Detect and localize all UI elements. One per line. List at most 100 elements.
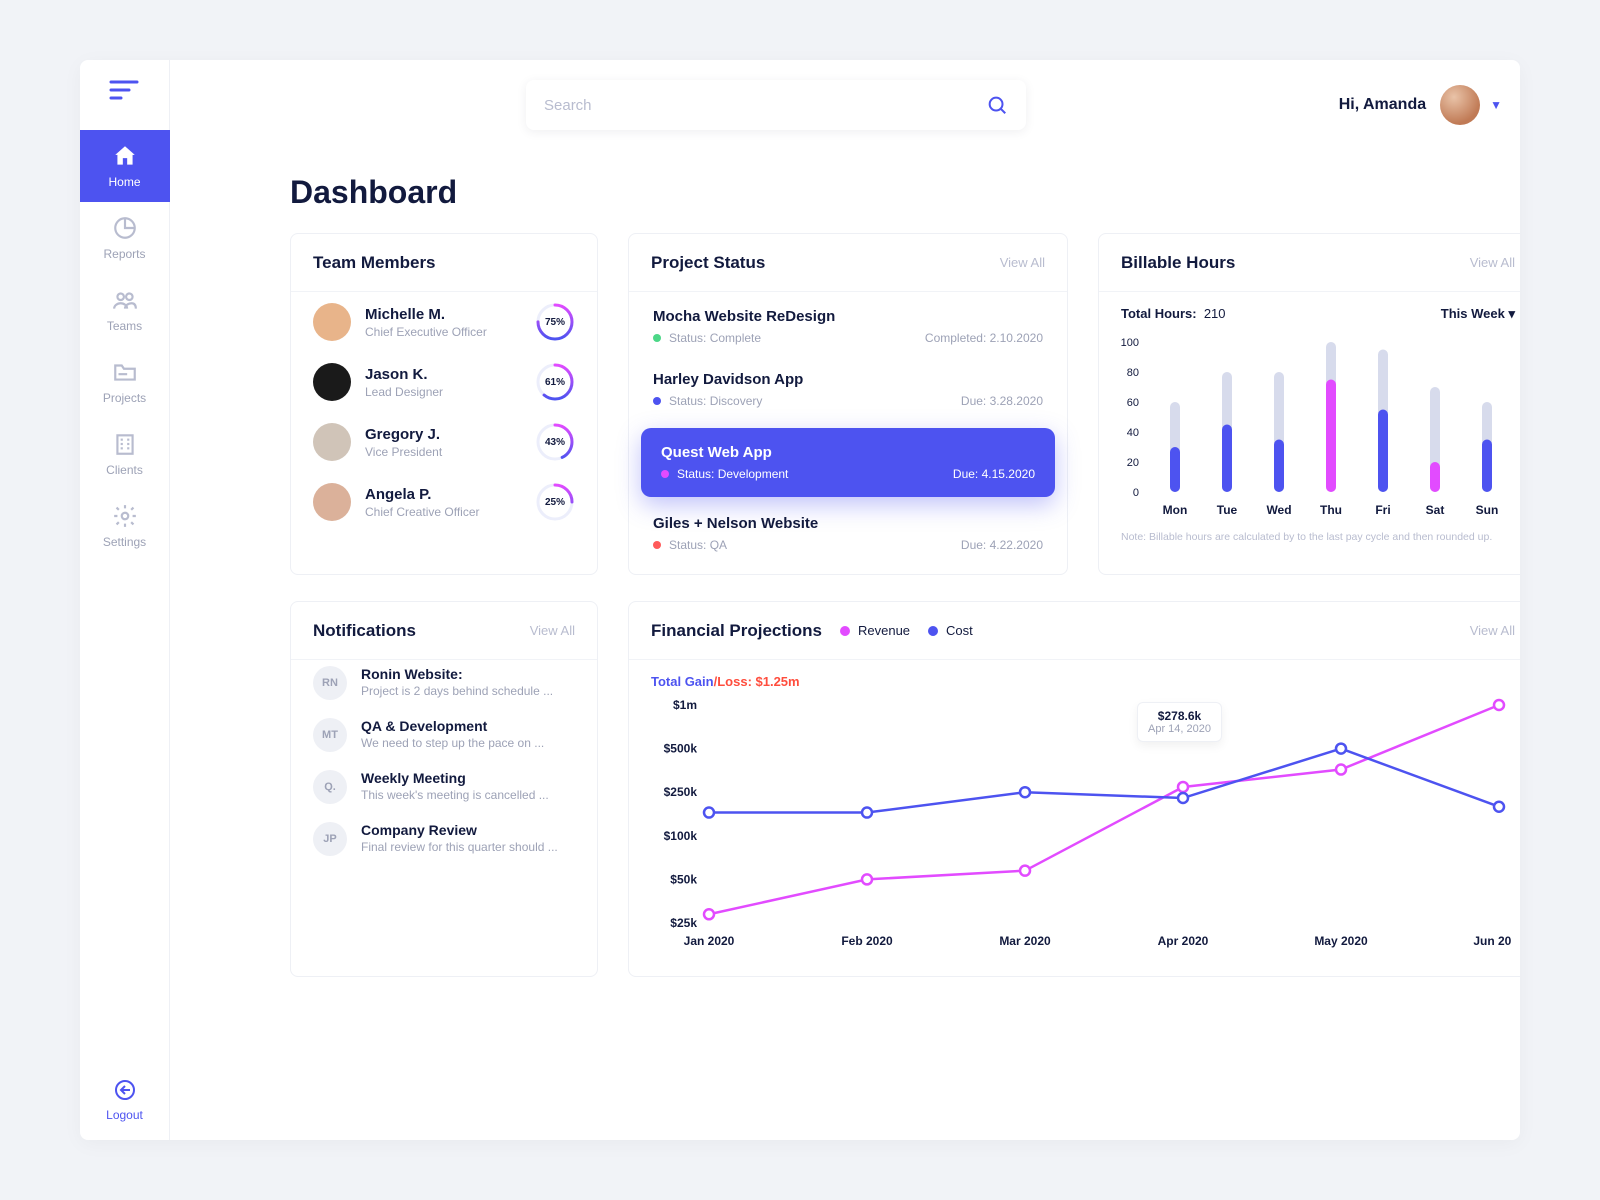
people-icon xyxy=(112,287,138,313)
gear-icon xyxy=(112,503,138,529)
notif-title: Ronin Website: xyxy=(361,666,553,682)
notif-title: QA & Development xyxy=(361,718,544,734)
team-title: Team Members xyxy=(313,253,436,273)
topbar: Hi, Amanda ▼ xyxy=(170,60,1520,150)
nav-projects[interactable]: Projects xyxy=(80,346,170,418)
total-hours-label: Total Hours: xyxy=(1121,306,1197,321)
notif-body: We need to step up the pace on ... xyxy=(361,736,544,750)
financial-chart: $25k$50k$100k$250k$500k$1mJan 2020Feb 20… xyxy=(651,691,1511,951)
dropdown-caret-icon[interactable]: ▼ xyxy=(1490,98,1502,112)
logout-button[interactable]: Logout xyxy=(80,1060,170,1140)
svg-text:20: 20 xyxy=(1127,457,1139,469)
svg-text:100: 100 xyxy=(1121,337,1139,349)
svg-text:Sun: Sun xyxy=(1476,503,1499,517)
notif-badge: JP xyxy=(313,822,347,856)
search-box[interactable] xyxy=(526,80,1026,130)
nav-clients[interactable]: Clients xyxy=(80,418,170,490)
legend-cost: Cost xyxy=(928,623,973,638)
progress-ring: 25% xyxy=(535,482,575,522)
notification-item[interactable]: RN Ronin Website: Project is 2 days behi… xyxy=(313,666,575,700)
user-avatar[interactable] xyxy=(1440,85,1480,125)
search-icon xyxy=(986,94,1008,116)
project-item[interactable]: Mocha Website ReDesign Status: Complete … xyxy=(629,296,1067,359)
notification-item[interactable]: Q. Weekly Meeting This week's meeting is… xyxy=(313,770,575,804)
svg-text:Thu: Thu xyxy=(1320,503,1342,517)
team-member[interactable]: Gregory J. Vice President 43% xyxy=(313,422,575,462)
team-member[interactable]: Michelle M. Chief Executive Officer 75% xyxy=(313,302,575,342)
project-name: Quest Web App xyxy=(661,444,1035,461)
sidebar: Home Reports Teams Projects Clients Sett… xyxy=(80,60,170,1140)
billable-view-all[interactable]: View All xyxy=(1470,255,1515,270)
svg-text:Mon: Mon xyxy=(1163,503,1188,517)
notifications-view-all[interactable]: View All xyxy=(530,623,575,638)
nav-reports[interactable]: Reports xyxy=(80,202,170,274)
svg-text:$250k: $250k xyxy=(664,785,698,799)
page-title: Dashboard xyxy=(170,150,1520,233)
notif-body: This week's meeting is cancelled ... xyxy=(361,788,549,802)
billable-card: Billable Hours View All Total Hours: 210… xyxy=(1098,233,1520,575)
notifications-card: Notifications View All RN Ronin Website:… xyxy=(290,601,598,977)
notif-badge: RN xyxy=(313,666,347,700)
project-meta: Due: 4.15.2020 xyxy=(953,467,1035,481)
nav-settings[interactable]: Settings xyxy=(80,490,170,562)
notification-item[interactable]: MT QA & Development We need to step up t… xyxy=(313,718,575,752)
nav-teams[interactable]: Teams xyxy=(80,274,170,346)
svg-text:$25k: $25k xyxy=(670,916,697,930)
billable-chart: 020406080100MonTueWedThuFriSatSun xyxy=(1105,332,1520,522)
notif-title: Weekly Meeting xyxy=(361,770,549,786)
nav-home[interactable]: Home xyxy=(80,130,170,202)
notification-item[interactable]: JP Company Review Final review for this … xyxy=(313,822,575,856)
svg-text:Feb 2020: Feb 2020 xyxy=(841,934,893,948)
project-name: Giles + Nelson Website xyxy=(653,515,1043,532)
svg-text:May 2020: May 2020 xyxy=(1314,934,1368,948)
home-icon xyxy=(112,143,138,169)
svg-text:$1m: $1m xyxy=(673,698,697,712)
svg-text:0: 0 xyxy=(1133,487,1139,499)
financial-title: Financial Projections xyxy=(651,621,822,641)
notif-badge: Q. xyxy=(313,770,347,804)
project-item[interactable]: Quest Web App Status: Development Due: 4… xyxy=(641,428,1055,497)
project-item[interactable]: Harley Davidson App Status: Discovery Du… xyxy=(629,359,1067,422)
search-input[interactable] xyxy=(544,97,986,114)
greeting: Hi, Amanda xyxy=(1339,96,1426,114)
building-icon xyxy=(112,431,138,457)
svg-text:$50k: $50k xyxy=(670,872,697,886)
svg-text:40: 40 xyxy=(1127,427,1139,439)
billable-title: Billable Hours xyxy=(1121,253,1235,273)
team-member[interactable]: Jason K. Lead Designer 61% xyxy=(313,362,575,402)
member-role: Lead Designer xyxy=(365,385,521,399)
chart-tooltip: $278.6k Apr 14, 2020 xyxy=(1137,702,1222,742)
member-avatar xyxy=(313,303,351,341)
billable-note: Note: Billable hours are calculated by t… xyxy=(1099,531,1520,559)
main: Hi, Amanda ▼ Dashboard Team Members Mich… xyxy=(170,60,1520,1140)
period-select[interactable]: This Week ▾ xyxy=(1441,306,1515,322)
svg-text:$500k: $500k xyxy=(664,742,698,756)
svg-text:Mar 2020: Mar 2020 xyxy=(999,934,1051,948)
notif-body: Project is 2 days behind schedule ... xyxy=(361,684,553,698)
notifications-title: Notifications xyxy=(313,621,416,641)
menu-toggle-icon[interactable] xyxy=(109,78,141,102)
project-item[interactable]: Giles + Nelson Website Status: QA Due: 4… xyxy=(629,503,1067,566)
pie-icon xyxy=(112,215,138,241)
project-meta: Completed: 2.10.2020 xyxy=(925,331,1043,345)
project-status: Status: Discovery xyxy=(653,394,762,408)
svg-text:$100k: $100k xyxy=(664,829,698,843)
member-avatar xyxy=(313,483,351,521)
svg-text:Sat: Sat xyxy=(1426,503,1445,517)
projects-view-all[interactable]: View All xyxy=(1000,255,1045,270)
member-role: Vice President xyxy=(365,445,521,459)
project-meta: Due: 4.22.2020 xyxy=(961,538,1043,552)
svg-text:Jun 2020: Jun 2020 xyxy=(1473,934,1511,948)
content-grid: Team Members Michelle M. Chief Executive… xyxy=(170,233,1520,977)
team-member[interactable]: Angela P. Chief Creative Officer 25% xyxy=(313,482,575,522)
member-name: Angela P. xyxy=(365,486,521,503)
financial-view-all[interactable]: View All xyxy=(1470,623,1515,638)
project-meta: Due: 3.28.2020 xyxy=(961,394,1043,408)
member-name: Gregory J. xyxy=(365,426,521,443)
logout-icon xyxy=(113,1078,137,1102)
projects-card: Project Status View All Mocha Website Re… xyxy=(628,233,1068,575)
member-avatar xyxy=(313,423,351,461)
member-name: Jason K. xyxy=(365,366,521,383)
folder-icon xyxy=(112,359,138,385)
svg-text:60: 60 xyxy=(1127,397,1139,409)
